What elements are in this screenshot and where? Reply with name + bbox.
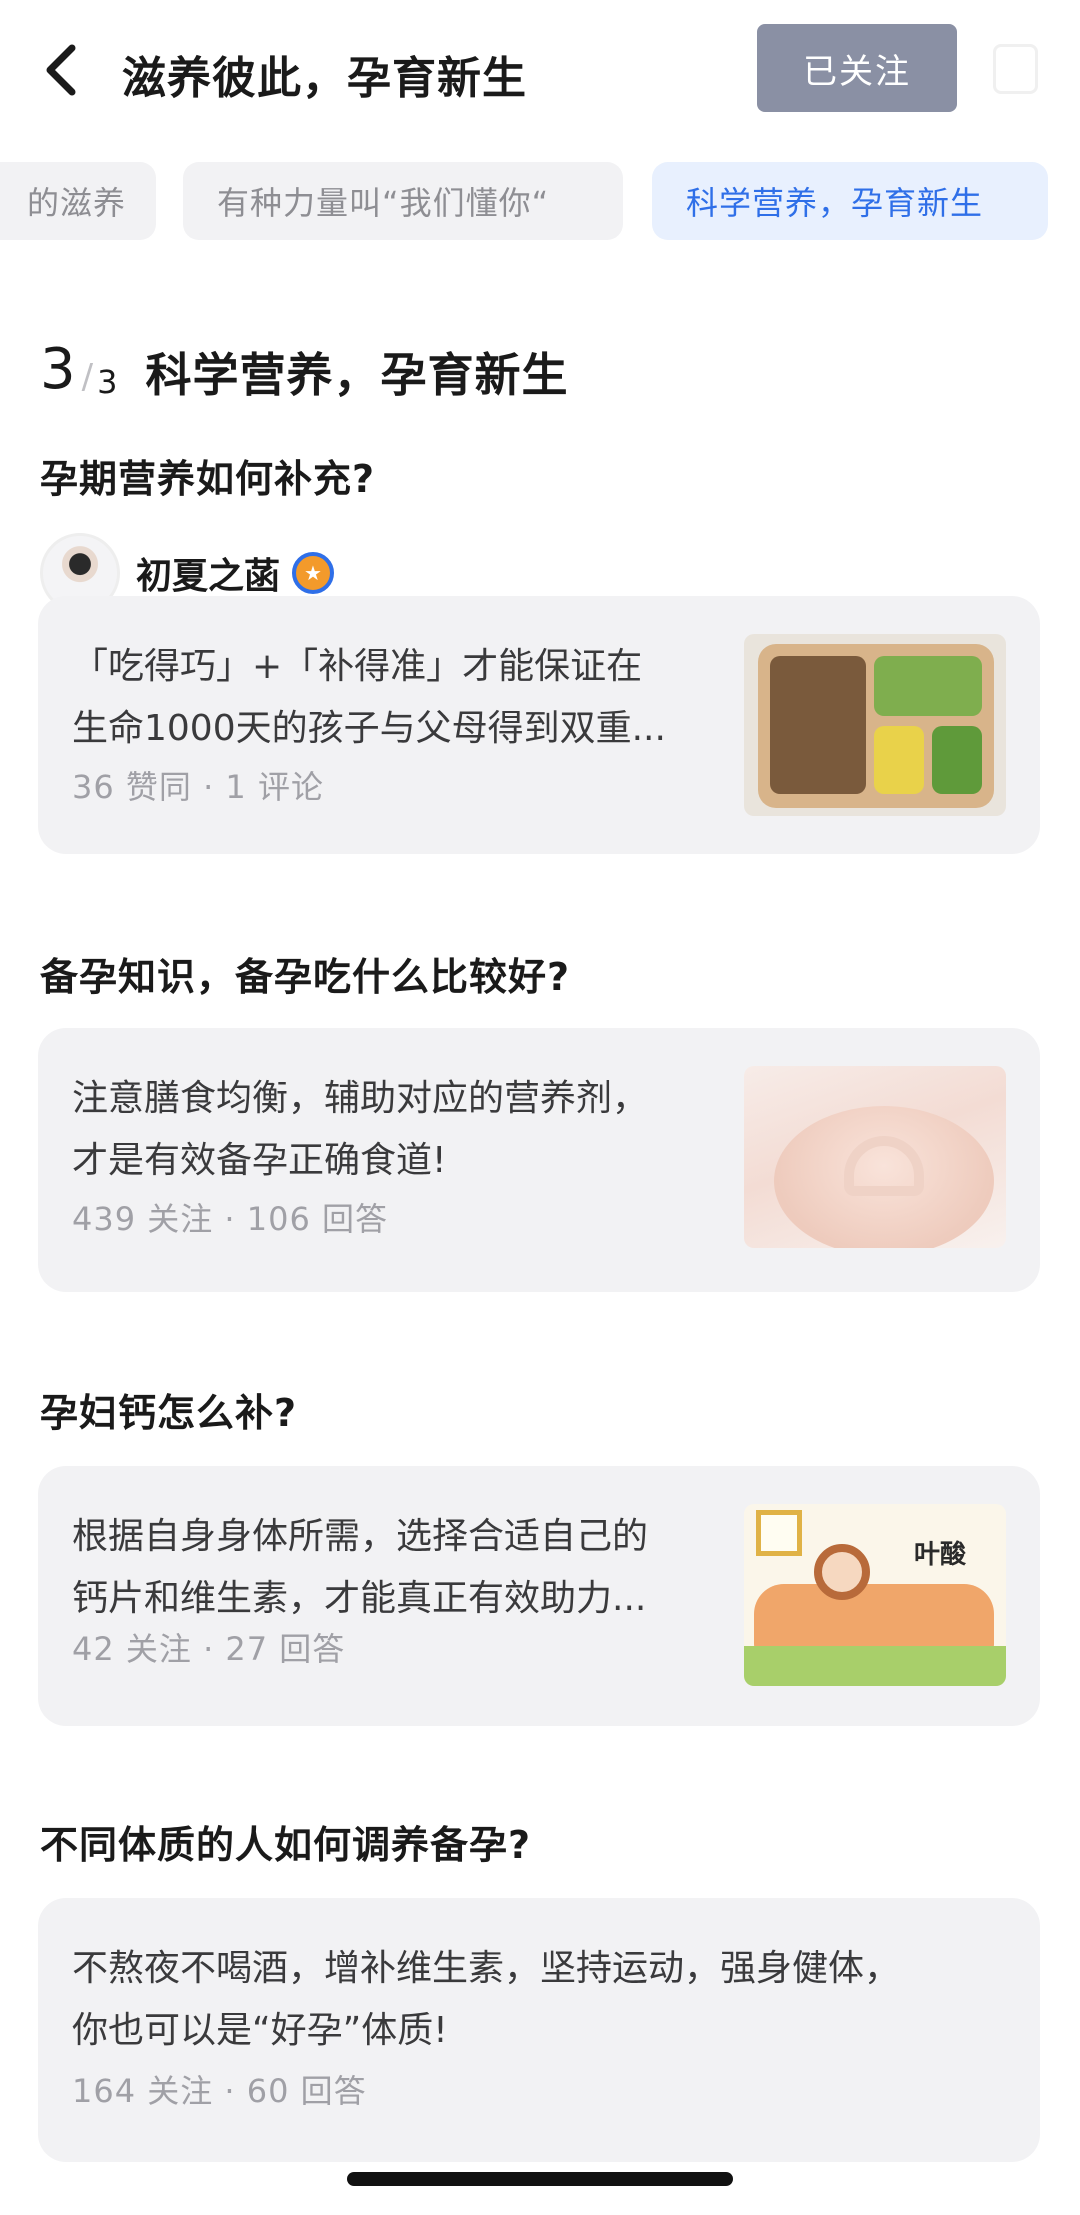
card-text-line: 才是有效备孕正确食道! xyxy=(72,1140,447,1181)
home-indicator[interactable] xyxy=(347,2172,733,2186)
card-text-line: 你也可以是“好孕”体质! xyxy=(72,2010,448,2051)
question-title[interactable]: 备孕知识，备孕吃什么比较好? xyxy=(40,946,570,1001)
share-icon[interactable] xyxy=(993,44,1038,94)
section-total: 3 xyxy=(97,363,118,401)
follow-button[interactable]: 已关注 xyxy=(757,24,957,112)
question-card[interactable]: 根据自身身体所需，选择合适自己的 钙片和维生素，才能真正有效助力... 42 关… xyxy=(38,1466,1040,1726)
card-text: 根据自身身体所需，选择合适自己的 钙片和维生素，才能真正有效助力... xyxy=(72,1506,752,1630)
card-text-line: 「吃得巧」+「补得准」才能保证在 xyxy=(72,646,643,687)
food-tray-image xyxy=(744,634,1006,816)
card-text-line: 钙片和维生素，才能真正有效助力... xyxy=(72,1578,647,1619)
mother-illustration-image: 叶酸 xyxy=(744,1504,1006,1686)
verified-badge-icon: ★ xyxy=(292,552,335,594)
thumb-label: 叶酸 xyxy=(914,1540,967,1570)
author-name[interactable]: 初夏之菡 xyxy=(136,547,280,599)
tab-understand-you[interactable]: 有种力量叫“我们懂你“ xyxy=(183,162,623,240)
card-text: 注意膳食均衡，辅助对应的营养剂， 才是有效备孕正确食道! xyxy=(72,1068,752,1192)
page-title: 滋养彼此，孕育新生 xyxy=(122,53,527,104)
question-card[interactable]: 不熬夜不喝酒，增补维生素，坚持运动，强身健体， 你也可以是“好孕”体质! 164… xyxy=(38,1898,1040,2162)
section-title: 科学营养，孕育新生 xyxy=(143,348,571,408)
answer-card[interactable]: 「吃得巧」+「补得准」才能保证在 生命1000天的孩子与父母得到双重... 36… xyxy=(38,596,1040,854)
card-meta: 439 关注 · 106 回答 xyxy=(72,1200,389,1238)
card-meta: 164 关注 · 60 回答 xyxy=(72,2072,367,2110)
section-heading: 3 / 3 科学营养，孕育新生 xyxy=(40,328,571,408)
back-button[interactable] xyxy=(38,40,88,100)
card-text-line: 不熬夜不喝酒，增补维生素，坚持运动，强身健体， xyxy=(72,1948,901,1989)
card-text-line: 生命1000天的孩子与父母得到双重... xyxy=(72,708,666,749)
card-text-line: 根据自身身体所需，选择合适自己的 xyxy=(72,1516,649,1557)
question-title[interactable]: 孕妇钙怎么补? xyxy=(40,1382,297,1437)
tab-scientific-nutrition[interactable]: 科学营养，孕育新生 xyxy=(652,162,1048,240)
card-text: 「吃得巧」+「补得准」才能保证在 生命1000天的孩子与父母得到双重... xyxy=(72,636,752,760)
question-card[interactable]: 注意膳食均衡，辅助对应的营养剂， 才是有效备孕正确食道! 439 关注 · 10… xyxy=(38,1028,1040,1292)
card-text: 不熬夜不喝酒，增补维生素，坚持运动，强身健体， 你也可以是“好孕”体质! xyxy=(72,1938,1002,2062)
heart-hands-belly-image xyxy=(744,1066,1006,1248)
question-title[interactable]: 不同体质的人如何调养备孕? xyxy=(40,1814,531,1869)
section-slash: / xyxy=(81,357,94,397)
tab-nourish[interactable]: 的滋养 xyxy=(0,162,156,240)
top-bar: 滋养彼此，孕育新生 已关注 xyxy=(0,0,1080,140)
topic-tabs: 的滋养 有种力量叫“我们懂你“ 科学营养，孕育新生 xyxy=(0,162,1080,242)
question-title[interactable]: 孕期营养如何补充? xyxy=(40,448,375,503)
card-meta: 42 关注 · 27 回答 xyxy=(72,1630,346,1668)
card-text-line: 注意膳食均衡，辅助对应的营养剂， xyxy=(72,1078,649,1119)
chevron-left-icon xyxy=(46,44,76,96)
card-meta: 36 赞同 · 1 评论 xyxy=(72,768,324,806)
section-index: 3 xyxy=(40,337,76,402)
